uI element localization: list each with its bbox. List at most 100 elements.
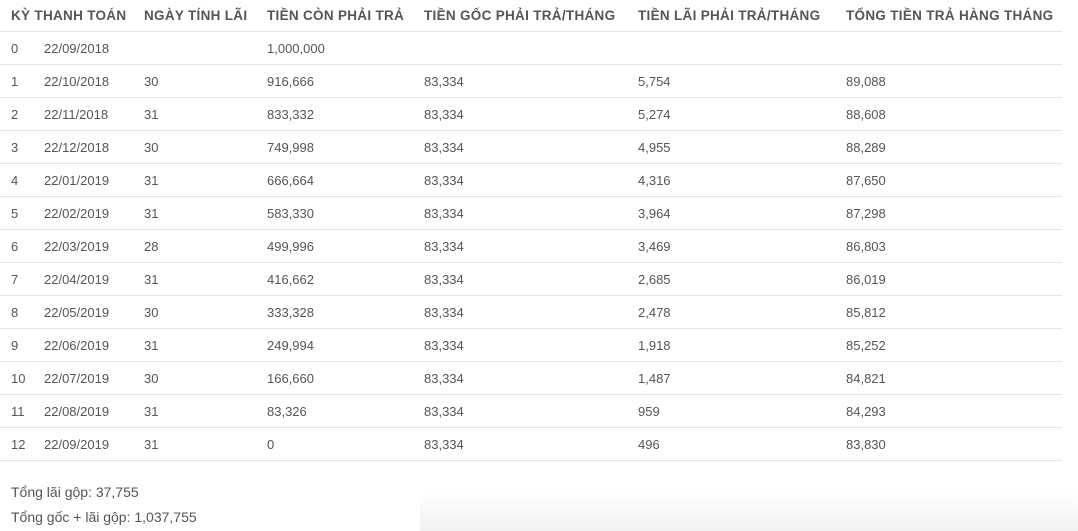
cell-total: 86,803 bbox=[835, 229, 1062, 263]
header-remaining-balance: TIỀN CÒN PHẢI TRẢ bbox=[256, 0, 413, 32]
cell-interest-days: 31 bbox=[133, 427, 256, 461]
header-period: KỲ THANH TOÁN bbox=[0, 0, 133, 32]
cell-date: 22/07/2019 bbox=[33, 361, 133, 395]
cell-interest-days: 31 bbox=[133, 97, 256, 131]
cell-principal: 83,334 bbox=[413, 328, 627, 362]
cell-remaining-balance: 416,662 bbox=[256, 262, 413, 296]
cell-remaining-balance: 83,326 bbox=[256, 394, 413, 428]
cell-total: 87,298 bbox=[835, 196, 1062, 230]
cell-total: 86,019 bbox=[835, 262, 1062, 296]
cell-period: 12 bbox=[0, 427, 33, 461]
cell-period: 1 bbox=[0, 64, 33, 98]
cell-date: 22/02/2019 bbox=[33, 196, 133, 230]
cell-interest: 3,964 bbox=[627, 196, 835, 230]
cell-principal: 83,334 bbox=[413, 295, 627, 329]
cell-date: 22/08/2019 bbox=[33, 394, 133, 428]
cell-principal: 83,334 bbox=[413, 97, 627, 131]
cell-total: 88,608 bbox=[835, 97, 1062, 131]
table-row: 3 22/12/2018 30 749,998 83,334 4,955 88,289 bbox=[0, 130, 1062, 164]
header-interest-days: NGÀY TÍNH LÃI bbox=[133, 0, 256, 32]
cell-interest: 5,274 bbox=[627, 97, 835, 131]
cell-interest-days: 30 bbox=[133, 64, 256, 98]
cell-remaining-balance: 249,994 bbox=[256, 328, 413, 362]
cell-remaining-balance: 333,328 bbox=[256, 295, 413, 329]
cell-principal bbox=[413, 31, 627, 65]
table-row: 12 22/09/2019 31 0 83,334 496 83,830 bbox=[0, 427, 1062, 461]
cell-principal: 83,334 bbox=[413, 361, 627, 395]
cell-period: 0 bbox=[0, 31, 33, 65]
cell-date: 22/03/2019 bbox=[33, 229, 133, 263]
cell-principal: 83,334 bbox=[413, 64, 627, 98]
cell-date: 22/10/2018 bbox=[33, 64, 133, 98]
cell-principal: 83,334 bbox=[413, 163, 627, 197]
cell-principal: 83,334 bbox=[413, 130, 627, 164]
cell-principal: 83,334 bbox=[413, 196, 627, 230]
cell-interest-days: 31 bbox=[133, 196, 256, 230]
cell-remaining-balance: 749,998 bbox=[256, 130, 413, 164]
cell-total: 83,830 bbox=[835, 427, 1062, 461]
cell-period: 4 bbox=[0, 163, 33, 197]
cell-interest: 3,469 bbox=[627, 229, 835, 263]
table-row: 0 22/09/2018 1,000,000 bbox=[0, 31, 1062, 65]
cell-interest-days: 30 bbox=[133, 295, 256, 329]
table-header-row: KỲ THANH TOÁN NGÀY TÍNH LÃI TIỀN CÒN PHẢ… bbox=[0, 0, 1062, 32]
cell-date: 22/05/2019 bbox=[33, 295, 133, 329]
cell-remaining-balance: 833,332 bbox=[256, 97, 413, 131]
table-row: 6 22/03/2019 28 499,996 83,334 3,469 86,803 bbox=[0, 229, 1062, 263]
cell-total: 85,252 bbox=[835, 328, 1062, 362]
cell-total: 87,650 bbox=[835, 163, 1062, 197]
table-row: 10 22/07/2019 30 166,660 83,334 1,487 84,821 bbox=[0, 361, 1062, 395]
cell-interest-days: 31 bbox=[133, 163, 256, 197]
cell-principal: 83,334 bbox=[413, 427, 627, 461]
table-row: 11 22/08/2019 31 83,326 83,334 959 84,293 bbox=[0, 394, 1062, 428]
header-total-monthly: TỔNG TIỀN TRẢ HÀNG THÁNG bbox=[835, 0, 1062, 32]
cell-total: 85,812 bbox=[835, 295, 1062, 329]
cell-interest: 496 bbox=[627, 427, 835, 461]
cell-interest: 4,316 bbox=[627, 163, 835, 197]
table-row: 1 22/10/2018 30 916,666 83,334 5,754 89,088 bbox=[0, 64, 1062, 98]
cell-total: 89,088 bbox=[835, 64, 1062, 98]
cell-total: 88,289 bbox=[835, 130, 1062, 164]
cell-interest: 959 bbox=[627, 394, 835, 428]
cell-total: 84,821 bbox=[835, 361, 1062, 395]
cell-period: 8 bbox=[0, 295, 33, 329]
cell-remaining-balance: 1,000,000 bbox=[256, 31, 413, 65]
cell-interest: 2,478 bbox=[627, 295, 835, 329]
cell-interest-days: 30 bbox=[133, 361, 256, 395]
cell-remaining-balance: 916,666 bbox=[256, 64, 413, 98]
header-principal-monthly: TIỀN GỐC PHẢI TRẢ/THÁNG bbox=[413, 0, 627, 32]
cell-remaining-balance: 166,660 bbox=[256, 361, 413, 395]
cell-interest-days: 31 bbox=[133, 394, 256, 428]
total-principal-interest: Tổng gốc + lãi gộp: 1,037,755 bbox=[11, 509, 197, 525]
cell-interest: 1,918 bbox=[627, 328, 835, 362]
cell-remaining-balance: 499,996 bbox=[256, 229, 413, 263]
cell-interest-days: 30 bbox=[133, 130, 256, 164]
loan-schedule: KỲ THANH TOÁN NGÀY TÍNH LÃI TIỀN CÒN PHẢ… bbox=[0, 0, 1078, 531]
cell-remaining-balance: 0 bbox=[256, 427, 413, 461]
cell-date: 22/01/2019 bbox=[33, 163, 133, 197]
cell-date: 22/06/2019 bbox=[33, 328, 133, 362]
cell-date: 22/09/2019 bbox=[33, 427, 133, 461]
cell-interest bbox=[627, 31, 835, 65]
cell-interest-days bbox=[133, 31, 256, 65]
cell-interest-days: 28 bbox=[133, 229, 256, 263]
cell-period: 6 bbox=[0, 229, 33, 263]
table-row: 7 22/04/2019 31 416,662 83,334 2,685 86,019 bbox=[0, 262, 1062, 296]
cell-principal: 83,334 bbox=[413, 229, 627, 263]
cell-interest: 2,685 bbox=[627, 262, 835, 296]
cell-period: 11 bbox=[0, 394, 33, 428]
cell-interest: 4,955 bbox=[627, 130, 835, 164]
cell-interest: 5,754 bbox=[627, 64, 835, 98]
cell-period: 3 bbox=[0, 130, 33, 164]
header-interest-monthly: TIỀN LÃI PHẢI TRẢ/THÁNG bbox=[627, 0, 835, 32]
table-row: 8 22/05/2019 30 333,328 83,334 2,478 85,812 bbox=[0, 295, 1062, 329]
cell-interest: 1,487 bbox=[627, 361, 835, 395]
table-row: 2 22/11/2018 31 833,332 83,334 5,274 88,608 bbox=[0, 97, 1062, 131]
cell-date: 22/09/2018 bbox=[33, 31, 133, 65]
cell-date: 22/11/2018 bbox=[33, 97, 133, 131]
cell-date: 22/04/2019 bbox=[33, 262, 133, 296]
cell-interest-days: 31 bbox=[133, 262, 256, 296]
payment-schedule-table: KỲ THANH TOÁN NGÀY TÍNH LÃI TIỀN CÒN PHẢ… bbox=[0, 0, 1062, 461]
cell-period: 7 bbox=[0, 262, 33, 296]
cell-interest-days: 31 bbox=[133, 328, 256, 362]
